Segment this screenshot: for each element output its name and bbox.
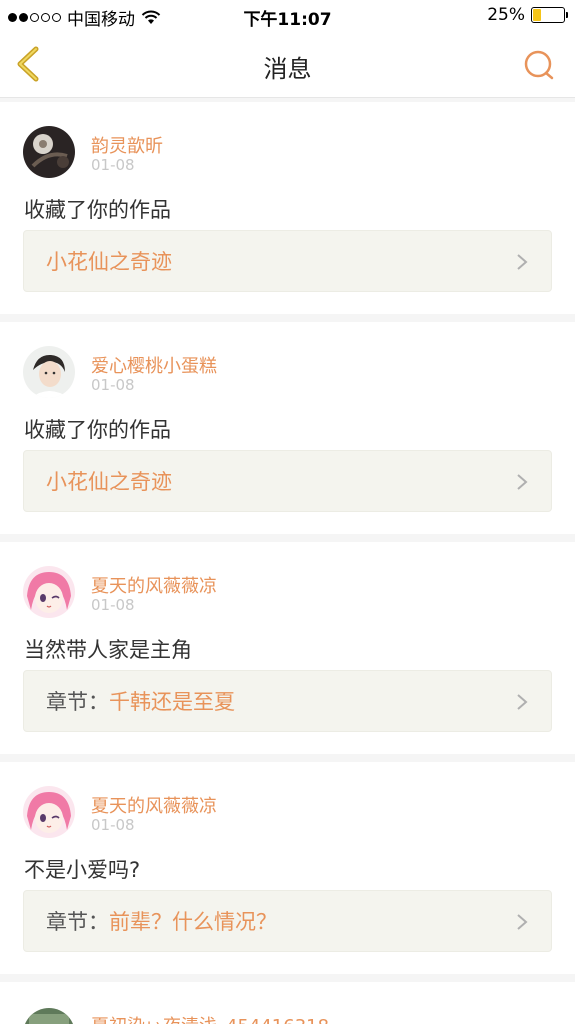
message-card: 夏天的风薇薇凉 01-08 当然带人家是主角 章节： 千韩还是至夏 (0, 542, 575, 754)
username[interactable]: 爱心樱桃小蛋糕 (91, 352, 217, 378)
avatar[interactable] (23, 346, 75, 398)
username[interactable]: 夏天的风薇薇凉 (91, 792, 217, 818)
link-title: 小花仙之奇迹 (46, 470, 172, 494)
page-title: 消息 (263, 55, 312, 83)
message-text: 当然带人家是主角 (24, 638, 192, 662)
battery-percent: 25% (487, 5, 525, 25)
search-icon (524, 50, 554, 80)
chevron-right-icon (517, 914, 528, 930)
message-card: 夏初染ぃ夜清浅_454416318 (0, 982, 575, 1024)
link-prefix: 章节： (46, 690, 109, 714)
status-bar: 中国移动 下午11:07 25% (0, 0, 575, 32)
link-title: 千韩还是至夏 (109, 690, 235, 714)
link-prefix: 章节： (46, 910, 109, 934)
chevron-right-icon (517, 474, 528, 490)
username[interactable]: 夏天的风薇薇凉 (91, 572, 217, 598)
avatar[interactable] (23, 566, 75, 618)
username[interactable]: 夏初染ぃ夜清浅_454416318 (91, 1012, 329, 1024)
avatar[interactable] (23, 1008, 75, 1024)
chapter-link[interactable]: 章节： 千韩还是至夏 (23, 670, 552, 732)
battery-level (533, 9, 541, 21)
link-title: 前辈？什么情况？ (109, 910, 277, 934)
chevron-right-icon (517, 694, 528, 710)
message-list: 韵灵歆昕 01-08 收藏了你的作品 小花仙之奇迹 爱心樱桃小蛋糕 01-08 … (0, 102, 575, 1024)
message-text: 收藏了你的作品 (24, 198, 171, 222)
search-button[interactable] (523, 49, 555, 81)
message-card: 爱心樱桃小蛋糕 01-08 收藏了你的作品 小花仙之奇迹 (0, 322, 575, 534)
avatar[interactable] (23, 786, 75, 838)
work-link[interactable]: 小花仙之奇迹 (23, 230, 552, 292)
message-text: 不是小爱吗? (24, 858, 141, 882)
chevron-right-icon (517, 254, 528, 270)
message-date: 01-08 (91, 596, 135, 614)
message-card: 夏天的风薇薇凉 01-08 不是小爱吗? 章节： 前辈？什么情况？ (0, 762, 575, 974)
chapter-link[interactable]: 章节： 前辈？什么情况？ (23, 890, 552, 952)
message-card: 韵灵歆昕 01-08 收藏了你的作品 小花仙之奇迹 (0, 102, 575, 314)
avatar[interactable] (23, 126, 75, 178)
link-title: 小花仙之奇迹 (46, 250, 172, 274)
message-date: 01-08 (91, 376, 135, 394)
work-link[interactable]: 小花仙之奇迹 (23, 450, 552, 512)
message-text: 收藏了你的作品 (24, 418, 171, 442)
nav-bar: 消息 (0, 32, 575, 98)
username[interactable]: 韵灵歆昕 (91, 132, 163, 158)
battery-info: 25% (487, 5, 568, 25)
battery-icon (531, 7, 568, 23)
message-date: 01-08 (91, 156, 135, 174)
message-date: 01-08 (91, 816, 135, 834)
